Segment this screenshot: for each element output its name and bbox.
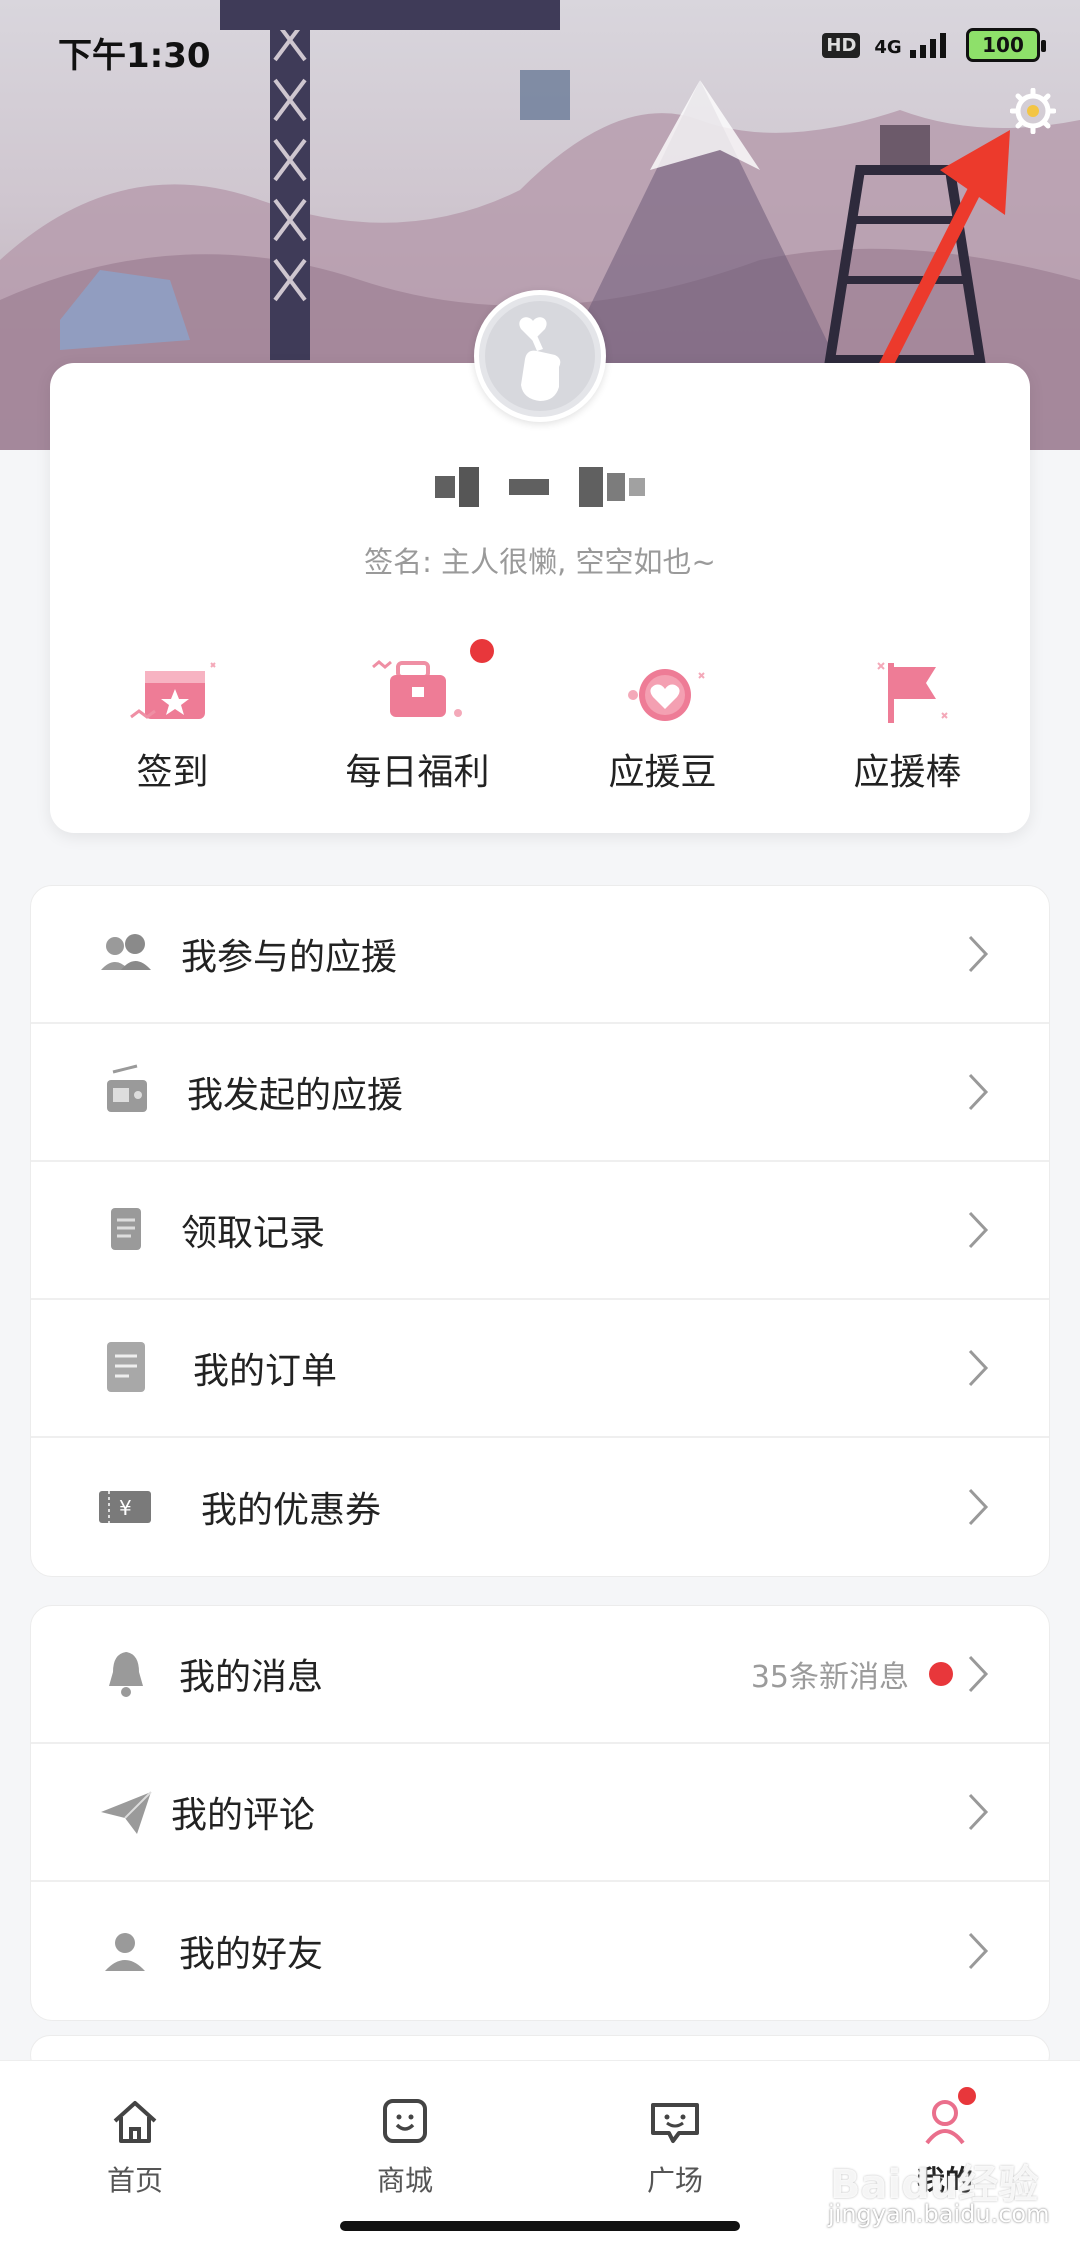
status-time: 下午1:30 [58, 36, 211, 76]
quick-action-label: 应援豆 [608, 752, 717, 793]
chevron-right-icon [968, 1655, 989, 1693]
menu-item-my-messages[interactable]: 我的消息 35条新消息 [31, 1606, 1049, 1744]
battery-icon: 100 [966, 28, 1046, 62]
chevron-right-icon [968, 1488, 989, 1526]
signature-text: 签名: 主人很懒, 空空如也~ [364, 545, 716, 579]
avatar[interactable] [474, 290, 606, 422]
quick-action-label: 应援棒 [853, 752, 962, 793]
menu-item-label: 我参与的应援 [181, 937, 398, 978]
status-bar: 下午1:30 HD 4G 100 [0, 0, 1080, 90]
home-indicator[interactable] [340, 2221, 740, 2231]
quick-action-label: 每日福利 [345, 752, 490, 793]
friend-icon [105, 1933, 145, 1971]
username-redacted [50, 463, 1030, 511]
chevron-right-icon [968, 935, 989, 973]
menu-item-my-coupons[interactable]: ¥ 我的优惠券 [31, 1438, 1049, 1576]
nav-label: 商城 [376, 2164, 433, 2197]
quick-action-support-beans[interactable]: 应援豆 [540, 653, 785, 795]
menu-item-joined-support[interactable]: 我参与的应援 [31, 886, 1049, 1024]
nav-home[interactable]: 首页 [0, 2061, 270, 2210]
menu-item-label: 我的消息 [179, 1657, 324, 1698]
menu-group-support: 我参与的应援 我发起的应援 领取记录 我的订单 ¥ 我的优惠券 [30, 885, 1050, 1577]
settings-gear-icon[interactable] [1009, 87, 1057, 135]
gift-bag-icon [371, 660, 462, 717]
menu-item-claim-records[interactable]: 领取记录 [31, 1162, 1049, 1300]
watermark-url: jingyan.baidu.com [828, 2200, 1050, 2228]
menu-item-label: 我的好友 [179, 1934, 324, 1975]
signal-icon: 4G [874, 32, 952, 58]
nav-shop[interactable]: 商城 [270, 2061, 540, 2210]
nav-square[interactable]: 广场 [540, 2061, 810, 2210]
quick-actions: 签到 每日福利 应援豆 应援棒 [50, 639, 1030, 795]
status-icons: HD 4G 100 [822, 28, 1046, 62]
quick-action-checkin[interactable]: 签到 [50, 653, 295, 795]
chevron-right-icon [968, 1211, 989, 1249]
new-message-count: 35条新消息 [750, 1660, 909, 1695]
nav-label: 广场 [646, 2164, 703, 2197]
calendar-check-icon [129, 662, 216, 719]
quick-action-label: 签到 [136, 752, 209, 793]
chevron-right-icon [968, 1932, 989, 1970]
document-icon [111, 1208, 141, 1250]
network-type: 4G [874, 37, 902, 58]
quick-action-support-stick[interactable]: 应援棒 [785, 653, 1030, 795]
menu-group-social: 我的消息 35条新消息 我的评论 我的好友 [30, 1605, 1050, 2021]
menu-item-label: 我发起的应援 [187, 1075, 404, 1116]
paper-plane-icon [101, 1791, 152, 1834]
chevron-right-icon [968, 1793, 989, 1831]
svg-text:¥: ¥ [119, 1496, 132, 1520]
unread-dot [929, 1662, 953, 1686]
hd-icon: HD [822, 32, 861, 58]
menu-item-label: 我的订单 [193, 1351, 338, 1392]
chevron-right-icon [968, 1073, 989, 1111]
menu-item-my-friends[interactable]: 我的好友 [31, 1882, 1049, 2020]
menu-item-label: 我的评论 [171, 1795, 316, 1836]
heart-bean-icon [627, 669, 705, 721]
order-icon [107, 1342, 145, 1392]
menu-item-my-comments[interactable]: 我的评论 [31, 1744, 1049, 1882]
chevron-right-icon [968, 1349, 989, 1387]
flag-icon [876, 662, 948, 723]
bell-icon [109, 1652, 143, 1697]
nav-label: 首页 [106, 2164, 163, 2197]
radio-icon [107, 1064, 147, 1112]
people-icon [101, 934, 151, 970]
square-chat-icon [651, 2103, 699, 2143]
quick-action-daily-welfare[interactable]: 每日福利 [295, 639, 540, 795]
profile-card: 签名: 主人很懒, 空空如也~ 签到 每日福利 应援豆 应援棒 [50, 363, 1030, 833]
menu-item-label: 领取记录 [181, 1213, 326, 1254]
shop-icon [383, 2099, 427, 2143]
menu-item-initiated-support[interactable]: 我发起的应援 [31, 1024, 1049, 1162]
menu-item-my-orders[interactable]: 我的订单 [31, 1300, 1049, 1438]
home-icon [113, 2101, 157, 2143]
coupon-icon: ¥ [99, 1491, 151, 1523]
profile-badge-dot [958, 2087, 976, 2105]
menu-item-label: 我的优惠券 [201, 1490, 382, 1531]
new-badge-dot [470, 639, 494, 663]
